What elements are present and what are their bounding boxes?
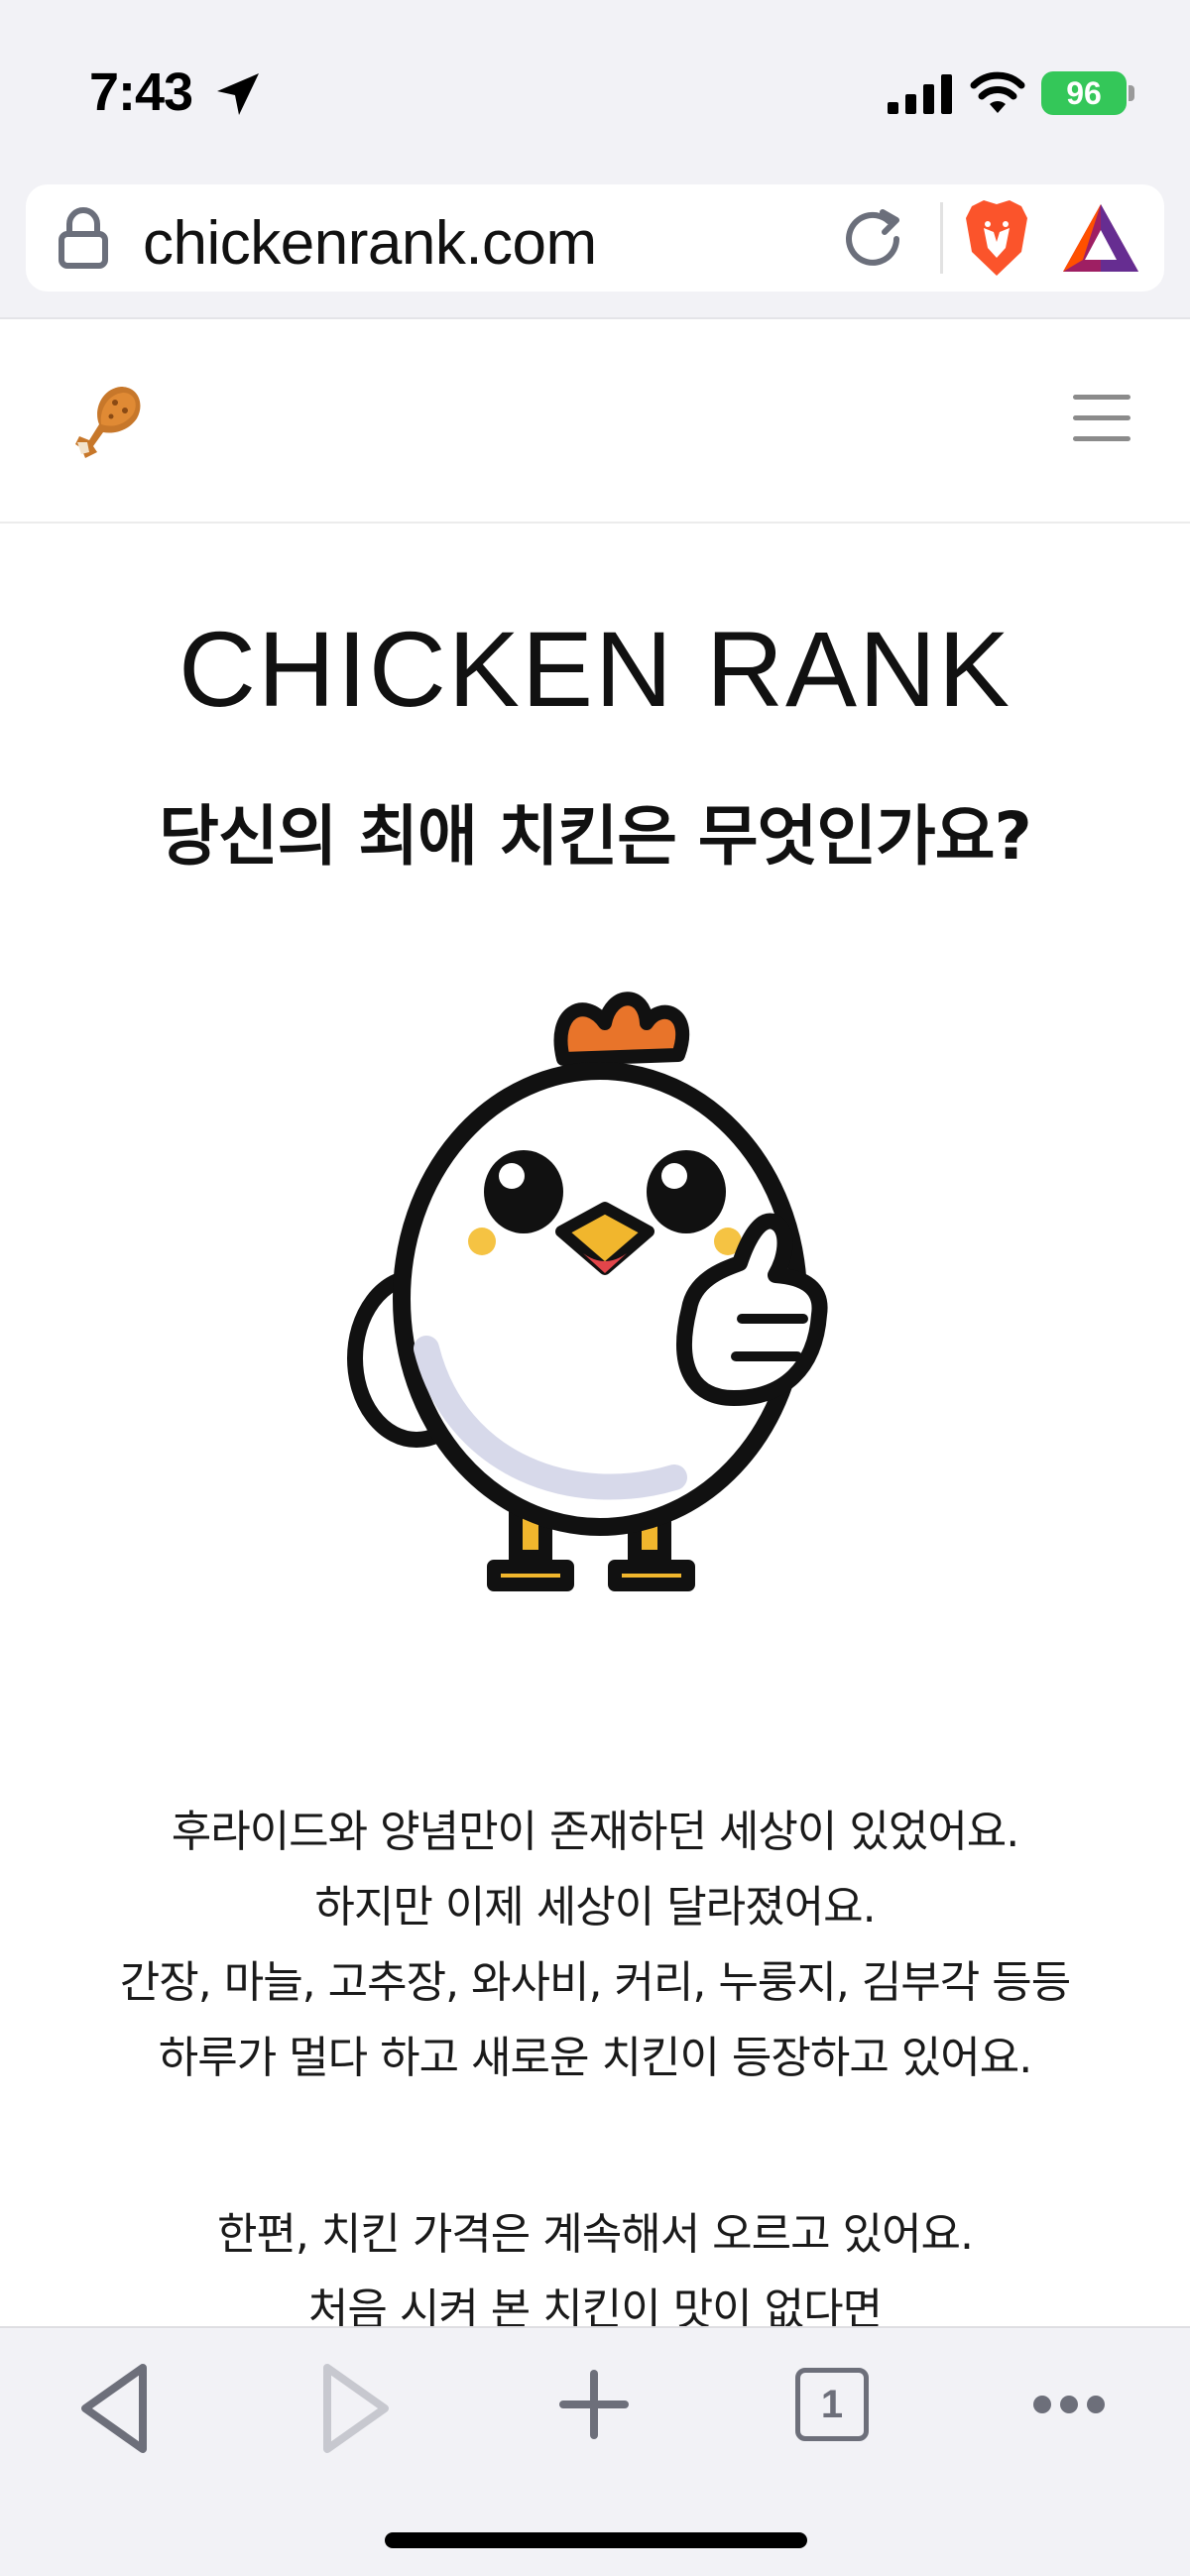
intro-line: 간장, 마늘, 고추장, 와사비, 커리, 누룽지, 김부각 등등 bbox=[119, 1957, 1071, 2008]
status-time: 7:43 bbox=[89, 62, 193, 122]
site-header bbox=[0, 319, 1190, 524]
browser-top-chrome: 7:43 96 chickenrank.com bbox=[0, 0, 1190, 319]
lock-icon bbox=[59, 207, 108, 269]
url-text[interactable]: chickenrank.com bbox=[143, 208, 597, 279]
battery-indicator: 96 bbox=[1041, 71, 1127, 115]
page-subtitle: 당신의 최애 치킨은 무엇인가요? bbox=[159, 798, 1032, 875]
tabs-count-button[interactable]: 1 bbox=[795, 2368, 869, 2441]
price-line: 한편, 치킨 가격은 계속해서 오르고 있어요. bbox=[216, 2209, 974, 2260]
page-title: CHICKEN RANK bbox=[178, 609, 1012, 729]
url-divider bbox=[940, 202, 943, 274]
wifi-icon bbox=[970, 71, 1025, 113]
intro-line: 하지만 이제 세상이 달라졌어요. bbox=[314, 1882, 876, 1932]
drumstick-logo-icon[interactable] bbox=[71, 381, 145, 460]
battery-nub bbox=[1129, 85, 1134, 101]
chicken-mascot-image bbox=[347, 992, 828, 1591]
url-bar[interactable]: chickenrank.com bbox=[26, 184, 1164, 292]
intro-line: 하루가 멀다 하고 새로운 치킨이 등장하고 있어요. bbox=[158, 2033, 1033, 2083]
bat-token-icon[interactable] bbox=[1061, 202, 1140, 274]
intro-paragraph: 후라이드와 양념만이 존재하던 세상이 있었어요. 하지만 이제 세상이 달라졌… bbox=[0, 1795, 1190, 2096]
intro-line: 후라이드와 양념만이 존재하던 세상이 있었어요. bbox=[171, 1807, 1020, 1857]
signal-icon bbox=[888, 74, 952, 114]
new-tab-plus-icon[interactable] bbox=[557, 2368, 631, 2441]
forward-arrow-icon[interactable] bbox=[317, 2362, 393, 2455]
home-indicator bbox=[385, 2532, 807, 2548]
more-dots-icon[interactable] bbox=[1031, 2394, 1107, 2415]
brave-lion-icon[interactable] bbox=[962, 198, 1031, 278]
reload-icon[interactable] bbox=[837, 204, 910, 274]
back-arrow-icon[interactable] bbox=[77, 2362, 153, 2455]
location-arrow-icon bbox=[217, 73, 259, 115]
hamburger-menu-icon[interactable] bbox=[1071, 393, 1132, 444]
